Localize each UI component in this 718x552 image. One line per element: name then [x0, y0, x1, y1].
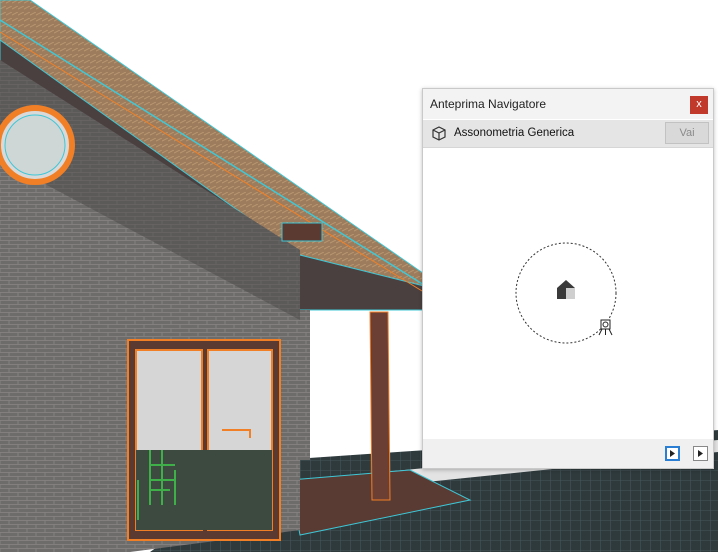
camera-icon[interactable] [598, 319, 613, 336]
cube-icon [432, 126, 446, 141]
close-button[interactable]: x [690, 96, 708, 114]
round-window-glass [4, 114, 66, 176]
go-button[interactable]: Vai [665, 122, 709, 144]
next-icon[interactable] [693, 446, 708, 461]
panel-footer [423, 439, 713, 468]
preview-area[interactable] [423, 148, 713, 438]
navigator-preview-panel: Anteprima Navigatore x Assonometria Gene… [422, 88, 714, 469]
house-model-icon [557, 280, 575, 299]
panel-title: Anteprima Navigatore [430, 97, 547, 111]
roof-beam [281, 222, 323, 242]
view-name: Assonometria Generica [454, 127, 575, 139]
view-row: Assonometria Generica Vai [423, 120, 713, 148]
porch-column [369, 311, 391, 501]
play-icon[interactable] [665, 446, 680, 461]
panel-titlebar[interactable]: Anteprima Navigatore x [423, 89, 713, 119]
